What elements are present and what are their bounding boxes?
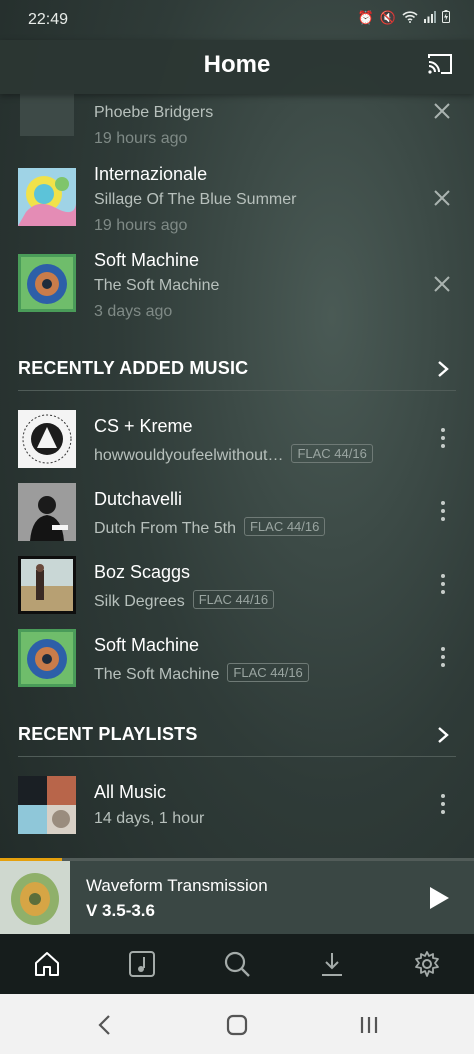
system-nav-bar [0,994,474,1054]
format-badge: FLAC 44/16 [227,663,309,682]
history-row[interactable]: Internazionale Sillage Of The Blue Summe… [0,164,474,246]
history-row[interactable]: Soft Machine The Soft Machine 3 days ago [0,250,474,332]
music-note-icon[interactable] [126,948,158,980]
recently-added-header[interactable]: RECENTLY ADDED MUSIC [18,350,456,391]
more-options-icon[interactable] [438,426,448,450]
more-options-icon[interactable] [438,572,448,596]
more-options-icon[interactable] [438,645,448,669]
alarm-icon: ⏰ [357,10,374,25]
playlist-row[interactable]: All Music 14 days, 1 hour [0,776,474,854]
album-art [18,254,76,312]
cast-icon[interactable] [426,52,454,76]
row-title: All Music [94,782,167,802]
history-row[interactable]: Phoebe Bridgers 19 hours ago [0,88,474,166]
album-art [18,483,76,541]
gear-icon[interactable] [411,948,443,980]
now-playing-title: Waveform Transmission [86,876,268,895]
mute-icon: 🔇 [379,10,396,25]
bottom-tab-bar [0,934,474,994]
row-title: Soft Machine [94,635,200,655]
row-subtitle: The Soft Machine FLAC 44/16 [94,663,309,684]
album-row[interactable]: CS + Kreme howwouldyoufeelwithout… FLAC 4… [0,410,474,488]
recent-apps-icon[interactable] [356,1012,382,1038]
chevron-right-icon[interactable] [436,726,450,744]
album-row[interactable]: Dutchavelli Dutch From The 5th FLAC 44/16 [0,483,474,561]
section-title: RECENT PLAYLISTS [18,724,198,744]
app-header: Home [0,40,474,94]
album-art [18,168,76,226]
status-bar: 22:49 ⏰ 🔇 [0,0,474,40]
page-title: Home [203,51,271,78]
play-icon[interactable] [428,886,450,910]
album-row[interactable]: Soft Machine The Soft Machine FLAC 44/16 [0,629,474,707]
album-row[interactable]: Boz Scaggs Silk Degrees FLAC 44/16 [0,556,474,634]
close-icon[interactable] [432,274,452,294]
row-title: Dutchavelli [94,489,183,509]
more-options-icon[interactable] [438,792,448,816]
row-time: 19 hours ago [94,130,188,147]
mini-player[interactable]: Waveform Transmission V 3.5-3.6 [0,858,474,934]
playback-progress[interactable] [0,858,474,861]
more-options-icon[interactable] [438,499,448,523]
row-subtitle: Silk Degrees FLAC 44/16 [94,590,275,611]
row-title: CS + Kreme [94,416,193,436]
chevron-right-icon[interactable] [436,360,450,378]
row-subtitle: Dutch From The 5th FLAC 44/16 [94,517,326,538]
row-title: Boz Scaggs [94,562,191,582]
battery-icon [442,10,450,26]
album-art [18,629,76,687]
format-badge: FLAC 44/16 [291,444,373,463]
album-art [20,90,74,136]
row-time: 19 hours ago [94,217,188,234]
now-playing-art [0,861,70,934]
home-icon[interactable] [31,948,63,980]
row-subtitle: 14 days, 1 hour [94,810,205,827]
row-subtitle: howwouldyoufeelwithout… FLAC 44/16 [94,444,373,465]
status-icons: ⏰ 🔇 [358,10,450,26]
recent-playlists-header[interactable]: RECENT PLAYLISTS [18,716,456,757]
download-icon[interactable] [316,948,348,980]
wifi-icon [402,10,418,26]
album-art [18,410,76,468]
row-subtitle: Phoebe Bridgers [94,104,214,121]
format-badge: FLAC 44/16 [243,517,326,536]
back-icon[interactable] [92,1012,118,1038]
home-button-icon[interactable] [224,1012,250,1038]
close-icon[interactable] [432,188,452,208]
album-art [18,556,76,614]
row-title: Soft Machine [94,250,200,270]
format-badge: FLAC 44/16 [192,590,275,609]
close-icon[interactable] [432,101,452,121]
row-title: Internazionale [94,164,208,184]
status-time: 22:49 [28,11,69,28]
playlist-art [18,776,76,834]
now-playing-subtitle: V 3.5-3.6 [86,901,155,920]
signal-icon [424,10,436,26]
row-subtitle: The Soft Machine [94,277,220,294]
section-title: RECENTLY ADDED MUSIC [18,358,249,378]
row-time: 3 days ago [94,303,173,320]
search-icon[interactable] [221,948,253,980]
row-subtitle: Sillage Of The Blue Summer [94,191,297,208]
